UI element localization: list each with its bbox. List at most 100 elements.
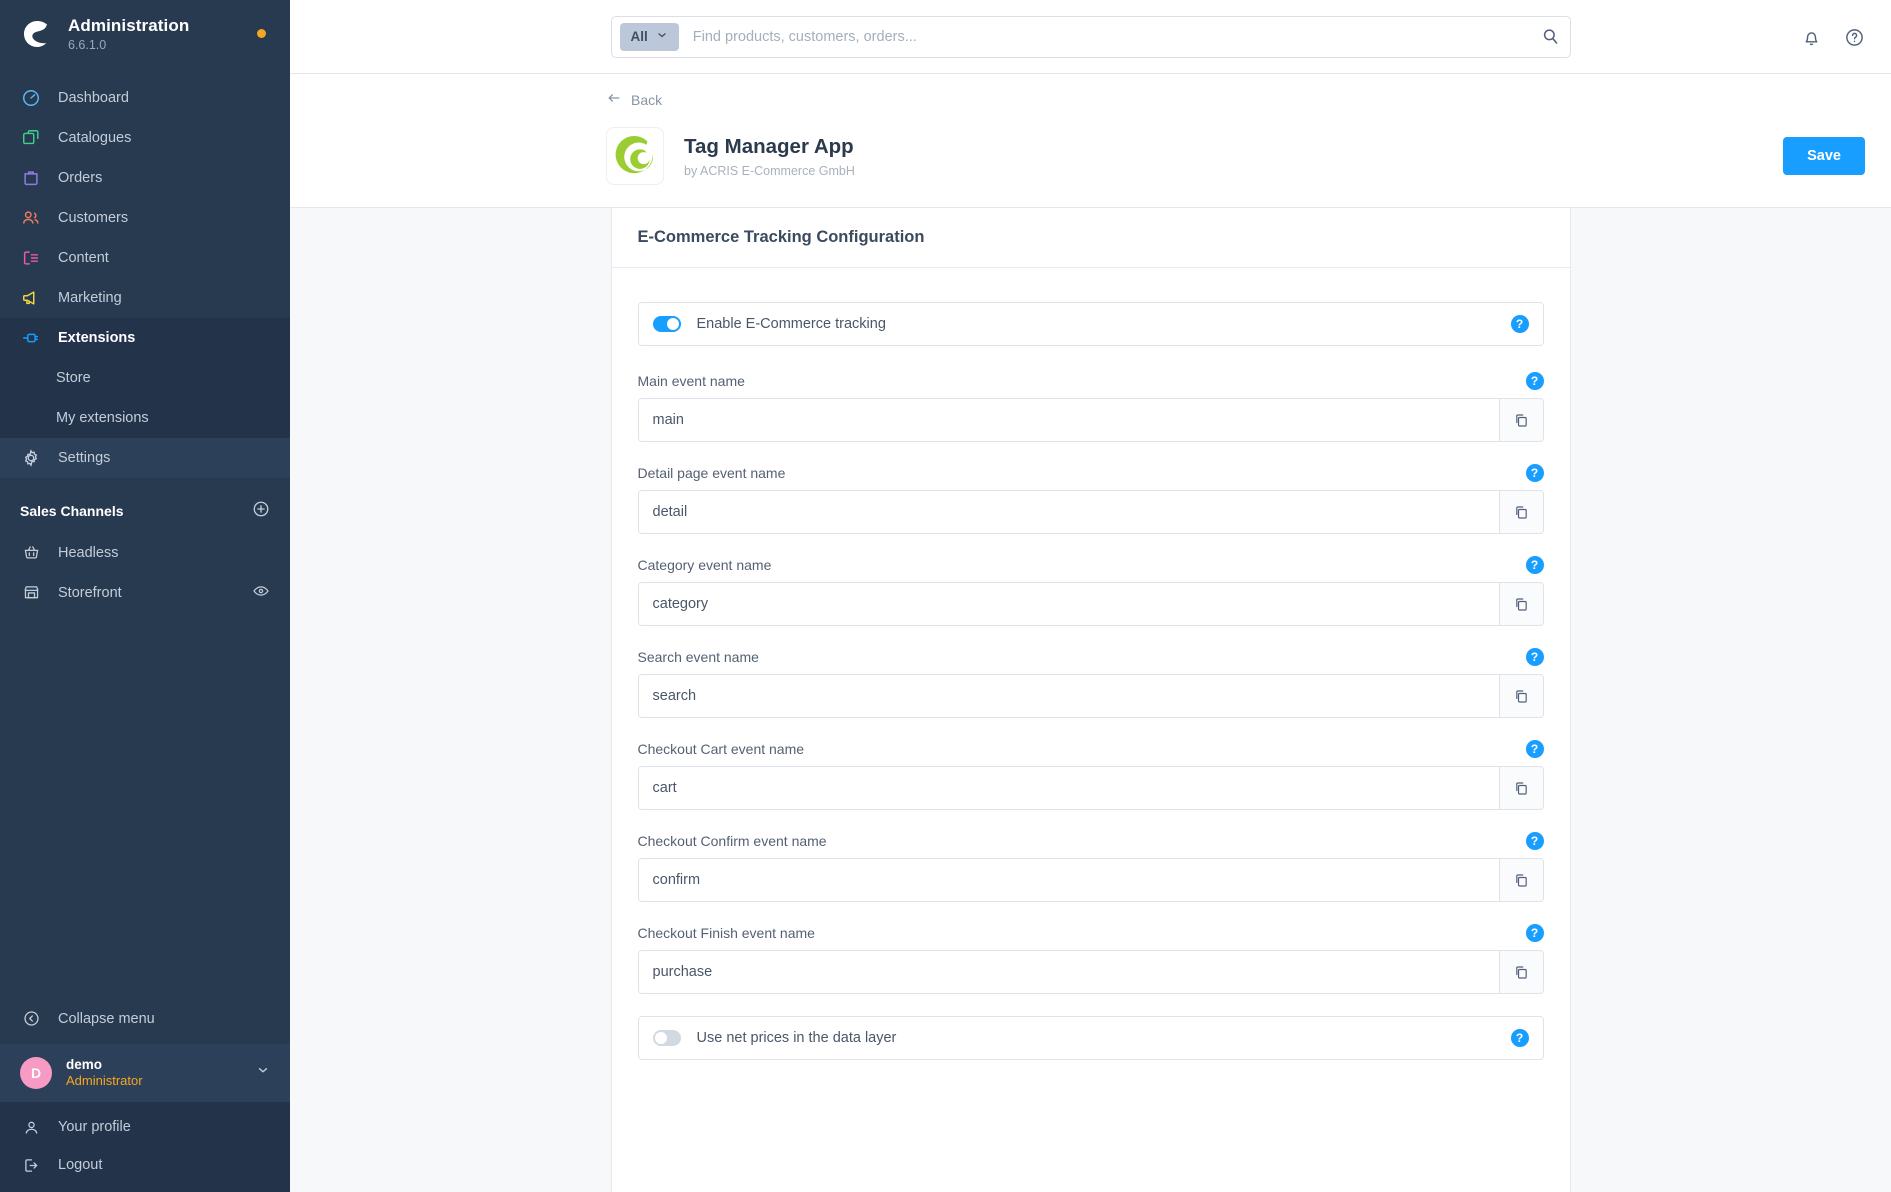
sidebar-item-store[interactable]: Store: [0, 358, 290, 398]
sidebar-item-label: Customers: [58, 209, 129, 226]
sidebar-item-your-profile[interactable]: Your profile: [0, 1108, 290, 1146]
admin-app: Administration 6.6.1.0 Dashboard Catalog…: [0, 0, 1891, 1192]
help-badge-icon[interactable]: ?: [1525, 556, 1544, 574]
marketing-icon: [20, 287, 42, 309]
sidebar-item-label: Headless: [58, 544, 119, 561]
sidebar-item-label: Catalogues: [58, 129, 132, 146]
config-card-body: Enable E-Commerce tracking ? Main event …: [612, 268, 1570, 1106]
content-scroll-region[interactable]: E-Commerce Tracking Configuration Enable…: [290, 207, 1891, 1192]
user-role: Administrator: [66, 1073, 143, 1089]
basket-icon: [20, 542, 42, 564]
sidebar-nav: Dashboard Catalogues Orders Customers Co…: [0, 78, 290, 478]
sales-channels-header: Sales Channels: [0, 478, 290, 533]
sidebar-item-label: Logout: [58, 1157, 103, 1173]
enable-tracking-toggle[interactable]: [652, 316, 681, 332]
sidebar-item-logout[interactable]: Logout: [0, 1146, 290, 1184]
sidebar-item-customers[interactable]: Customers: [0, 198, 290, 238]
catalogues-icon: [20, 127, 42, 149]
help-badge-icon[interactable]: ?: [1525, 648, 1544, 666]
copy-icon[interactable]: [1498, 491, 1543, 533]
search-scope-dropdown[interactable]: All: [619, 22, 679, 51]
sidebar-item-settings[interactable]: Settings: [0, 438, 290, 478]
copy-icon[interactable]: [1498, 859, 1543, 901]
sidebar-item-label: Your profile: [58, 1119, 131, 1135]
sidebar-item-label: Content: [58, 249, 109, 266]
collapse-menu-label: Collapse menu: [58, 1010, 155, 1027]
checkout-cart-event-name-input[interactable]: [638, 767, 1499, 809]
user-name: demo: [66, 1056, 103, 1072]
enable-tracking-row: Enable E-Commerce tracking ?: [637, 302, 1544, 346]
app-author: by ACRIS E-Commerce GmbH: [684, 163, 855, 178]
sales-channels-title: Sales Channels: [20, 503, 124, 520]
chevron-down-icon[interactable]: [256, 1063, 270, 1082]
sidebar-item-headless[interactable]: Headless: [0, 533, 290, 573]
detail-page-event-name-input[interactable]: [638, 491, 1499, 533]
copy-icon[interactable]: [1498, 767, 1543, 809]
category-event-name-input[interactable]: [638, 583, 1499, 625]
enable-tracking-label: Enable E-Commerce tracking: [696, 316, 886, 332]
help-badge-icon[interactable]: ?: [1525, 832, 1544, 850]
field-search-event-name: Search event name ?: [637, 648, 1544, 718]
field-label: Search event name: [637, 649, 759, 665]
user-icon: [20, 1116, 42, 1138]
app-header: Back Tag Manager App by ACRIS E-Commerce…: [290, 74, 1891, 207]
content-icon: [20, 247, 42, 269]
sidebar-item-my-extensions[interactable]: My extensions: [0, 398, 290, 438]
sidebar-brand[interactable]: Administration 6.6.1.0: [0, 0, 290, 70]
eye-icon[interactable]: [252, 582, 270, 604]
top-bar-actions: [1801, 0, 1865, 74]
checkout-finish-event-name-input[interactable]: [638, 951, 1499, 993]
sidebar-item-orders[interactable]: Orders: [0, 158, 290, 198]
field-label: Checkout Confirm event name: [637, 833, 827, 849]
main-event-name-input[interactable]: [638, 399, 1499, 441]
copy-icon[interactable]: [1498, 675, 1543, 717]
help-badge-icon[interactable]: ?: [1525, 924, 1544, 942]
main-sidebar: Administration 6.6.1.0 Dashboard Catalog…: [0, 0, 290, 1192]
field-checkout-finish-event-name: Checkout Finish event name ?: [637, 924, 1544, 994]
checkout-confirm-event-name-input[interactable]: [638, 859, 1499, 901]
question-circle-icon[interactable]: [1844, 27, 1865, 48]
search-scope-label: All: [630, 29, 648, 44]
help-badge-icon[interactable]: ?: [1525, 464, 1544, 482]
sidebar-item-catalogues[interactable]: Catalogues: [0, 118, 290, 158]
plus-circle-icon[interactable]: [252, 500, 270, 523]
search-input[interactable]: [678, 28, 1541, 45]
arrow-left-icon: [606, 90, 622, 109]
copy-icon[interactable]: [1498, 951, 1543, 993]
search-event-name-input[interactable]: [638, 675, 1499, 717]
collapse-menu-button[interactable]: Collapse menu: [0, 998, 290, 1040]
search-icon[interactable]: [1541, 27, 1560, 46]
global-search[interactable]: All: [610, 15, 1571, 58]
sidebar-item-label: Dashboard: [58, 89, 129, 106]
sidebar-item-label: Extensions: [58, 329, 136, 346]
net-prices-toggle[interactable]: [652, 1030, 681, 1046]
help-badge-icon[interactable]: ?: [1525, 740, 1544, 758]
field-label: Category event name: [637, 557, 772, 573]
copy-icon[interactable]: [1498, 583, 1543, 625]
app-title-row: Tag Manager App by ACRIS E-Commerce GmbH…: [606, 111, 1865, 207]
sidebar-user-panel[interactable]: D demo Administrator: [0, 1043, 290, 1102]
back-button[interactable]: Back: [606, 90, 662, 109]
sidebar-item-extensions[interactable]: Extensions: [0, 318, 290, 358]
save-button[interactable]: Save: [1783, 137, 1865, 175]
sidebar-item-storefront[interactable]: Storefront: [0, 573, 290, 613]
sidebar-item-marketing[interactable]: Marketing: [0, 278, 290, 318]
net-prices-row: Use net prices in the data layer ?: [637, 1016, 1544, 1060]
main-region: All Find products, customers, orders... …: [290, 0, 1891, 1192]
avatar: D: [20, 1056, 52, 1089]
field-label: Checkout Finish event name: [637, 925, 815, 941]
sidebar-brand-title: Administration: [68, 16, 190, 35]
orders-icon: [20, 167, 42, 189]
storefront-icon: [20, 582, 42, 604]
sidebar-footer-links: Your profile Logout: [0, 1102, 290, 1192]
copy-icon[interactable]: [1498, 399, 1543, 441]
sidebar-item-content[interactable]: Content: [0, 238, 290, 278]
acris-logo-icon: [606, 127, 664, 185]
sidebar-group-extensions: Extensions Store My extensions: [0, 317, 290, 438]
help-badge-icon[interactable]: ?: [1510, 315, 1529, 333]
bell-icon[interactable]: [1801, 27, 1822, 48]
field-label: Detail page event name: [637, 465, 786, 481]
help-badge-icon[interactable]: ?: [1510, 1029, 1529, 1047]
help-badge-icon[interactable]: ?: [1525, 372, 1544, 390]
sidebar-item-dashboard[interactable]: Dashboard: [0, 78, 290, 118]
